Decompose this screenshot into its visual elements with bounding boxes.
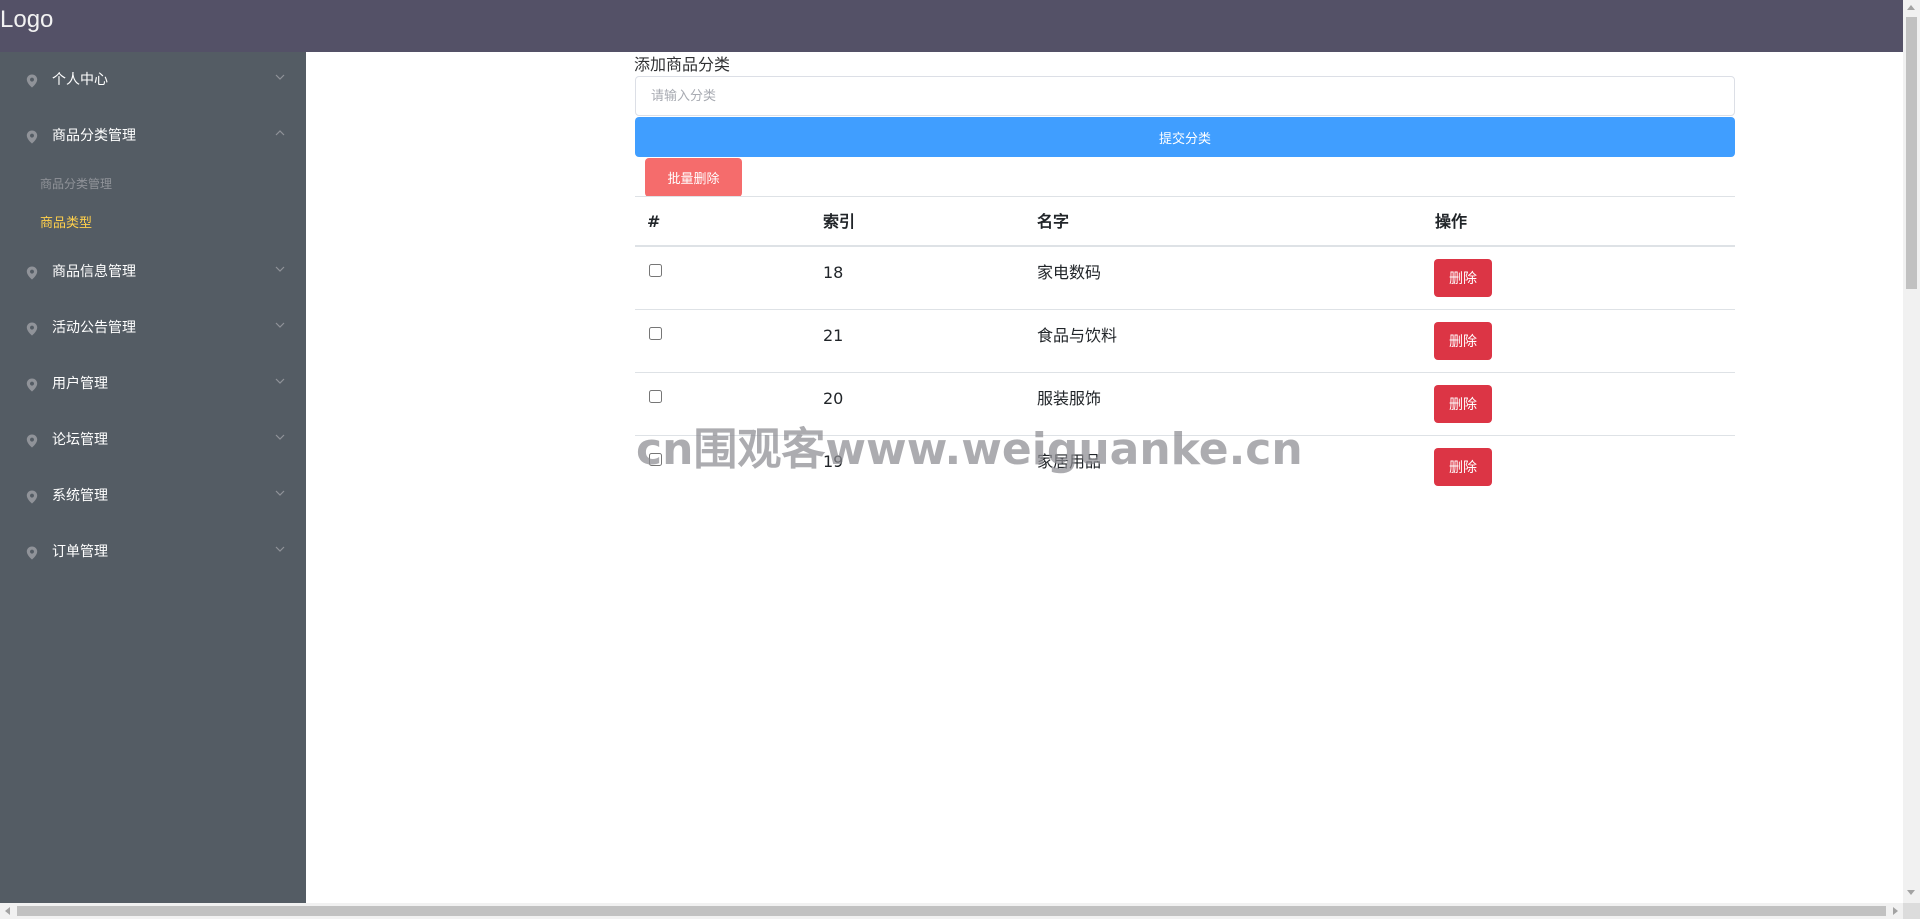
- chevron-down-icon: [275, 378, 285, 384]
- location-icon: [26, 74, 38, 88]
- table-row: 19 家居用品 删除: [635, 436, 1735, 499]
- sidebar-subitem-product-type[interactable]: 商品类型: [0, 204, 306, 244]
- header-select: #: [647, 212, 661, 231]
- top-header-bar: Logo: [0, 0, 1903, 52]
- logo[interactable]: Logo: [0, 6, 53, 34]
- header-index: 索引: [823, 212, 856, 231]
- sidebar-item-system[interactable]: 系统管理: [0, 468, 306, 524]
- row-index: 19: [823, 452, 844, 471]
- sidebar-item-category-management[interactable]: 商品分类管理: [0, 108, 306, 164]
- row-checkbox[interactable]: [649, 264, 662, 277]
- delete-button[interactable]: 删除: [1434, 259, 1492, 297]
- header-actions: 操作: [1435, 212, 1468, 231]
- location-icon: [26, 490, 38, 504]
- sidebar-item-orders[interactable]: 订单管理: [0, 524, 306, 580]
- scroll-left-arrow-icon[interactable]: [5, 907, 10, 915]
- horizontal-scroll-thumb[interactable]: [17, 906, 1886, 916]
- sidebar-item-label: 论坛管理: [52, 432, 108, 448]
- location-icon: [26, 434, 38, 448]
- sidebar-item-forum[interactable]: 论坛管理: [0, 412, 306, 468]
- scrollbar-corner: [1903, 903, 1920, 919]
- sidebar-item-label: 订单管理: [52, 544, 108, 560]
- location-icon: [26, 322, 38, 336]
- chevron-down-icon: [275, 546, 285, 552]
- row-name: 家电数码: [1037, 263, 1102, 282]
- table-row: 21 食品与饮料 删除: [635, 310, 1735, 373]
- sidebar-subitem-category-management[interactable]: 商品分类管理: [0, 164, 306, 204]
- sidebar-menu: 个人中心 商品分类管理 商品分类管理 商品类型 商品信息管理 活动公告管理 用户…: [0, 52, 306, 903]
- row-checkbox[interactable]: [649, 390, 662, 403]
- row-checkbox[interactable]: [649, 327, 662, 340]
- delete-button[interactable]: 删除: [1434, 385, 1492, 423]
- form-title: 添加商品分类: [634, 55, 731, 74]
- sidebar-item-label: 商品信息管理: [52, 264, 136, 280]
- location-icon: [26, 378, 38, 392]
- horizontal-scrollbar[interactable]: [0, 903, 1903, 919]
- submit-category-button[interactable]: 提交分类: [635, 117, 1735, 157]
- table-row: 18 家电数码 删除: [635, 247, 1735, 310]
- row-name: 家居用品: [1037, 452, 1102, 471]
- location-icon: [26, 130, 38, 144]
- scroll-down-arrow-icon[interactable]: [1907, 890, 1915, 895]
- table-header: # 索引 名字 操作: [635, 196, 1735, 247]
- row-index: 20: [823, 389, 844, 408]
- sidebar-subitem-label: 商品分类管理: [40, 177, 113, 191]
- sidebar-subitem-label: 商品类型: [40, 216, 93, 231]
- sidebar-item-announcements[interactable]: 活动公告管理: [0, 300, 306, 356]
- row-checkbox[interactable]: [649, 453, 662, 466]
- delete-button[interactable]: 删除: [1434, 322, 1492, 360]
- row-name: 食品与饮料: [1037, 326, 1118, 345]
- row-name: 服装服饰: [1037, 389, 1102, 408]
- scroll-up-arrow-icon[interactable]: [1907, 5, 1915, 10]
- chevron-down-icon: [275, 322, 285, 328]
- batch-delete-button[interactable]: 批量删除: [645, 158, 742, 197]
- location-icon: [26, 266, 38, 280]
- category-input[interactable]: [635, 76, 1735, 116]
- sidebar-item-label: 用户管理: [52, 376, 108, 392]
- chevron-down-icon: [275, 266, 285, 272]
- sidebar-item-label: 商品分类管理: [52, 128, 136, 144]
- row-index: 18: [823, 263, 844, 282]
- delete-button[interactable]: 删除: [1434, 448, 1492, 486]
- sidebar-item-label: 个人中心: [52, 72, 108, 88]
- sidebar-item-users[interactable]: 用户管理: [0, 356, 306, 412]
- sidebar-item-product-info[interactable]: 商品信息管理: [0, 244, 306, 300]
- table-row: 20 服装服饰 删除: [635, 373, 1735, 436]
- header-name: 名字: [1037, 212, 1070, 231]
- chevron-down-icon: [275, 490, 285, 496]
- row-index: 21: [823, 326, 844, 345]
- chevron-down-icon: [275, 74, 285, 80]
- chevron-up-icon: [275, 130, 285, 136]
- sidebar-item-personal-center[interactable]: 个人中心: [0, 52, 306, 108]
- scroll-right-arrow-icon[interactable]: [1893, 907, 1898, 915]
- chevron-down-icon: [275, 434, 285, 440]
- location-icon: [26, 546, 38, 560]
- vertical-scroll-thumb[interactable]: [1906, 17, 1917, 289]
- sidebar-item-label: 活动公告管理: [52, 320, 136, 336]
- sidebar-item-label: 系统管理: [52, 488, 108, 504]
- vertical-scrollbar[interactable]: [1903, 0, 1920, 903]
